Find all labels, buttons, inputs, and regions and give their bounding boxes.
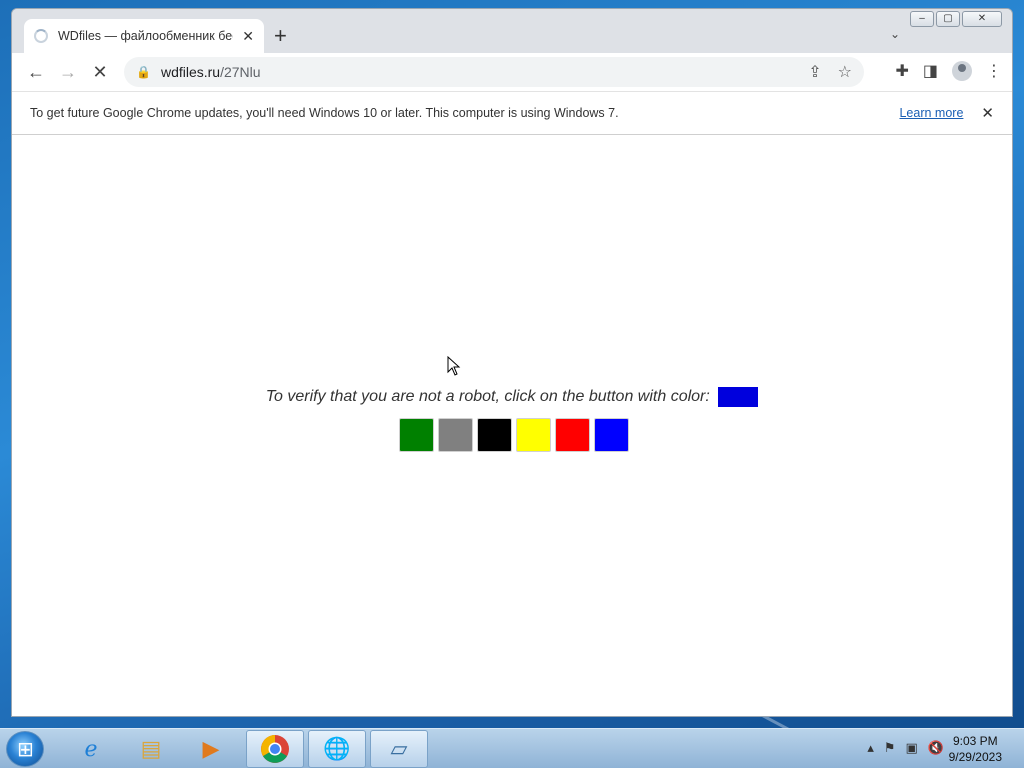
chrome-window: WDfiles — файлообменник бес ✕ + ⌄ ‒ ▢ ✕ …	[11, 8, 1013, 717]
caption-buttons: ‒ ▢ ✕	[910, 11, 1002, 27]
tab-title: WDfiles — файлообменник бес	[58, 29, 233, 43]
back-button[interactable]: ←	[20, 62, 52, 83]
side-panel-icon[interactable]: ◨	[923, 61, 938, 81]
share-icon[interactable]: ⇪	[808, 62, 821, 82]
tab-close-icon[interactable]: ✕	[242, 28, 254, 45]
start-button[interactable]	[6, 731, 44, 767]
tab-wdfiles[interactable]: WDfiles — файлообменник бес ✕	[24, 19, 264, 53]
show-hidden-icons-icon[interactable]: ▴	[867, 740, 874, 756]
color-button-blue[interactable]	[594, 418, 629, 452]
tab-search-chevron-icon[interactable]: ⌄	[890, 27, 900, 41]
chrome-icon[interactable]	[246, 730, 304, 768]
media-player-icon[interactable]: ▶	[182, 730, 240, 768]
color-button-black[interactable]	[477, 418, 512, 452]
url-path: /27Nlu	[220, 64, 261, 80]
download-manager-icon[interactable]: 🌐	[308, 730, 366, 768]
lock-icon[interactable]: 🔒	[136, 65, 151, 79]
clock-date: 9/29/2023	[948, 750, 1002, 764]
color-button-green[interactable]	[399, 418, 434, 452]
infobar-close-icon[interactable]: ✕	[981, 104, 994, 122]
minimize-button[interactable]: ‒	[910, 11, 934, 27]
learn-more-link[interactable]: Learn more	[899, 106, 963, 120]
new-tab-button[interactable]: +	[274, 25, 287, 47]
captcha-prompt: To verify that you are not a robot, clic…	[265, 388, 710, 406]
tab-strip: WDfiles — файлообменник бес ✕ + ⌄ ‒ ▢ ✕	[12, 9, 1012, 53]
page-content: To verify that you are not a robot, clic…	[12, 135, 1012, 716]
target-color-swatch	[718, 387, 759, 407]
close-window-button[interactable]: ✕	[962, 11, 1002, 27]
browser-toolbar: ← → ✕ 🔒 wdfiles.ru/27Nlu ⇪ ☆ ✚ ◨ ⋮	[12, 53, 1012, 91]
color-button-row	[399, 418, 629, 452]
update-infobar: To get future Google Chrome updates, you…	[12, 91, 1012, 135]
color-button-gray[interactable]	[438, 418, 473, 452]
file-explorer-icon[interactable]: ▤	[122, 730, 180, 768]
url-host: wdfiles.ru	[160, 64, 221, 80]
clock-time: 9:03 PM	[952, 734, 998, 748]
system-tray: ▴ ⚑ ▣ 🔇	[867, 740, 944, 756]
taskbar: ℯ ▤ ▶ 🌐 ▱ ▴ ⚑ ▣ 🔇 9:03 PM 9/29/2023	[0, 728, 1024, 768]
network-icon[interactable]: ▣	[906, 740, 918, 756]
taskbar-clock[interactable]: 9:03 PM 9/29/2023	[949, 733, 1002, 765]
stop-loading-button[interactable]: ✕	[84, 62, 116, 83]
color-button-yellow[interactable]	[516, 418, 551, 452]
address-bar[interactable]: 🔒 wdfiles.ru/27Nlu ⇪ ☆	[124, 57, 864, 87]
menu-icon[interactable]: ⋮	[986, 61, 1002, 81]
internet-explorer-icon[interactable]: ℯ	[62, 730, 120, 768]
notepad-icon[interactable]: ▱	[370, 730, 428, 768]
infobar-message: To get future Google Chrome updates, you…	[30, 106, 619, 120]
loading-spinner-icon	[34, 29, 48, 43]
profile-icon[interactable]	[952, 61, 972, 81]
star-icon[interactable]: ☆	[838, 62, 852, 82]
forward-button[interactable]: →	[52, 62, 84, 83]
restore-button[interactable]: ▢	[936, 11, 960, 27]
color-button-red[interactable]	[555, 418, 590, 452]
captcha-prompt-row: To verify that you are not a robot, clic…	[12, 387, 1012, 407]
extensions-icon[interactable]: ✚	[895, 61, 908, 81]
action-center-icon[interactable]: ⚑	[884, 740, 896, 756]
toolbar-right: ✚ ◨ ⋮	[895, 61, 1002, 81]
volume-muted-icon[interactable]: 🔇	[928, 740, 944, 756]
mouse-cursor-icon	[447, 356, 461, 376]
